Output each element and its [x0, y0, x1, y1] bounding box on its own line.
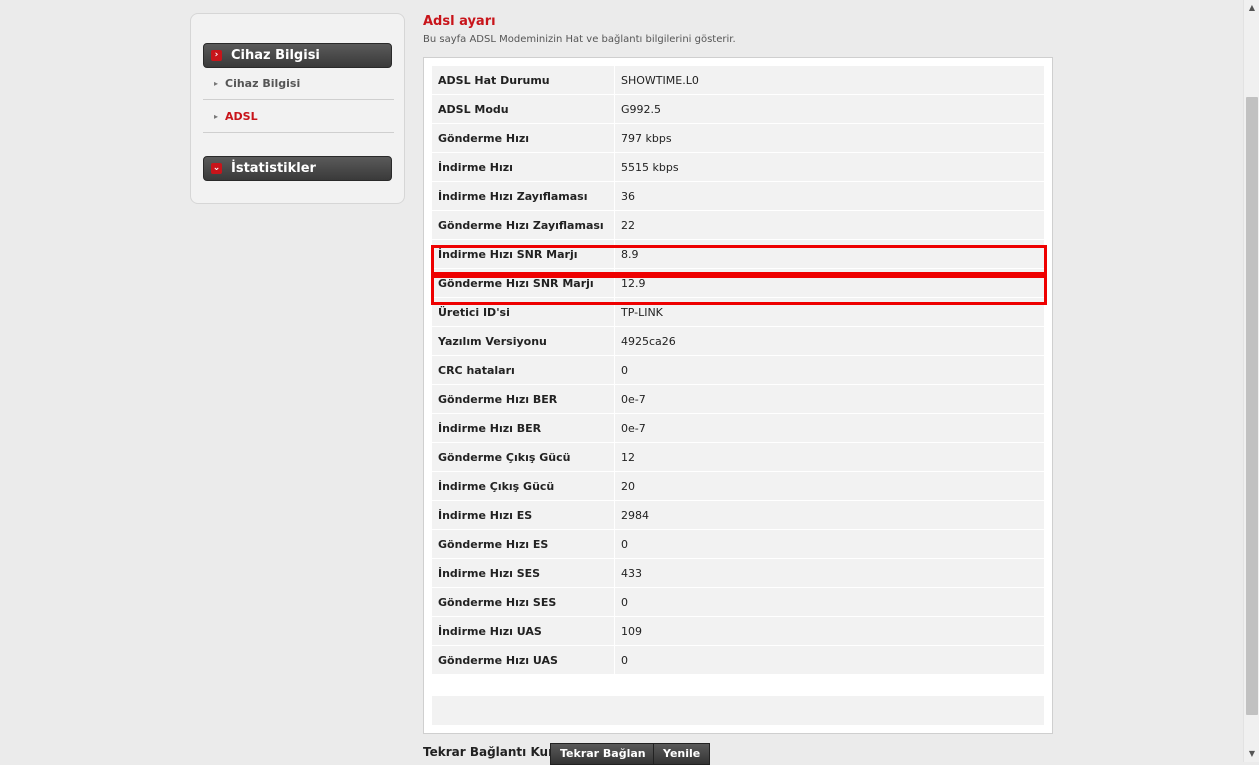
sidebar-item-label: Cihaz Bilgisi: [225, 77, 301, 90]
scroll-down-arrow-icon[interactable]: ▼: [1244, 746, 1259, 762]
table-row: Gönderme Hızı UAS 0: [432, 646, 1044, 675]
row-label: Gönderme Hızı: [432, 124, 615, 153]
section-title: Cihaz Bilgisi: [231, 48, 320, 63]
row-value: SHOWTIME.L0: [615, 66, 1044, 95]
table-row: ADSL Hat Durumu SHOWTIME.L0: [432, 66, 1044, 95]
row-value: 12.9: [615, 269, 1044, 298]
table-row: İndirme Hızı UAS 109: [432, 617, 1044, 646]
table-spacer: [432, 696, 1044, 725]
row-value: 109: [615, 617, 1044, 646]
row-label: CRC hataları: [432, 356, 615, 385]
row-value: 22: [615, 211, 1044, 240]
row-label: İndirme Hızı BER: [432, 414, 615, 443]
table-row: İndirme Hızı SNR Marjı 8.9: [432, 240, 1044, 269]
section-cihaz-bilgisi-header[interactable]: › Cihaz Bilgisi: [203, 43, 392, 68]
table-row: Gönderme Hızı BER 0e-7: [432, 385, 1044, 414]
row-value: 433: [615, 559, 1044, 588]
table-row: Üretici ID'si TP-LINK: [432, 298, 1044, 327]
vertical-scrollbar[interactable]: ▲ ▼: [1243, 0, 1259, 762]
chevron-right-icon: ›: [211, 50, 222, 61]
sidebar: › Cihaz Bilgisi ▸ Cihaz Bilgisi ▸ ADSL ⌄…: [190, 13, 405, 204]
table-row: CRC hataları 0: [432, 356, 1044, 385]
table-row: İndirme Hızı 5515 kbps: [432, 153, 1044, 182]
table-row: İndirme Hızı BER 0e-7: [432, 414, 1044, 443]
row-value: 0e-7: [615, 414, 1044, 443]
bullet-arrow-icon: ▸: [214, 79, 219, 88]
chevron-down-icon: ⌄: [211, 163, 222, 174]
row-value: 12: [615, 443, 1044, 472]
table-row: Gönderme Hızı 797 kbps: [432, 124, 1044, 153]
row-value: 36: [615, 182, 1044, 211]
row-label: Gönderme Hızı Zayıflaması: [432, 211, 615, 240]
row-label: ADSL Hat Durumu: [432, 66, 615, 95]
row-value: 0: [615, 356, 1044, 385]
row-label: Üretici ID'si: [432, 298, 615, 327]
table-row: Gönderme Hızı ES 0: [432, 530, 1044, 559]
table-row: Gönderme Çıkış Gücü 12: [432, 443, 1044, 472]
row-label: İndirme Hızı Zayıflaması: [432, 182, 615, 211]
table-row: Gönderme Hızı Zayıflaması 22: [432, 211, 1044, 240]
row-value: 0: [615, 646, 1044, 675]
row-label: İndirme Hızı UAS: [432, 617, 615, 646]
row-label: İndirme Hızı SES: [432, 559, 615, 588]
table-row: Gönderme Hızı SES 0: [432, 588, 1044, 617]
row-label: İndirme Hızı: [432, 153, 615, 182]
row-value: 0: [615, 530, 1044, 559]
row-label: Gönderme Hızı SES: [432, 588, 615, 617]
adsl-info-table: ADSL Hat Durumu SHOWTIME.L0 ADSL Modu G992.…: [432, 66, 1044, 675]
row-label: Gönderme Çıkış Gücü: [432, 443, 615, 472]
scroll-up-arrow-icon[interactable]: ▲: [1244, 0, 1259, 16]
table-row: İndirme Hızı SES 433: [432, 559, 1044, 588]
row-value: 2984: [615, 501, 1044, 530]
row-label: ADSL Modu: [432, 95, 615, 124]
table-row: Gönderme Hızı SNR Marjı 12.9: [432, 269, 1044, 298]
table-row: ADSL Modu G992.5: [432, 95, 1044, 124]
adsl-info-panel: ADSL Hat Durumu SHOWTIME.L0 ADSL Modu G992.…: [423, 57, 1053, 734]
row-value: 0: [615, 588, 1044, 617]
row-label: Gönderme Hızı ES: [432, 530, 615, 559]
row-label: İndirme Hızı SNR Marjı: [432, 240, 615, 269]
section-title: İstatistikler: [231, 161, 316, 176]
row-value: TP-LINK: [615, 298, 1044, 327]
row-label: İndirme Hızı ES: [432, 501, 615, 530]
table-row: Yazılım Versiyonu 4925ca26: [432, 327, 1044, 356]
reconnect-label: Tekrar Bağlantı Kur:: [423, 745, 559, 759]
section-istatistikler-header[interactable]: ⌄ İstatistikler: [203, 156, 392, 181]
sidebar-item-adsl[interactable]: ▸ ADSL: [203, 101, 394, 133]
row-label: Gönderme Hızı UAS: [432, 646, 615, 675]
row-label: İndirme Çıkış Gücü: [432, 472, 615, 501]
page-title: Adsl ayarı: [423, 14, 496, 29]
bullet-arrow-icon: ▸: [214, 112, 219, 121]
row-value: 0e-7: [615, 385, 1044, 414]
row-value: 8.9: [615, 240, 1044, 269]
sidebar-item-cihaz-bilgisi[interactable]: ▸ Cihaz Bilgisi: [203, 68, 394, 100]
row-value: 797 kbps: [615, 124, 1044, 153]
scrollbar-thumb[interactable]: [1246, 97, 1258, 715]
table-row: İndirme Çıkış Gücü 20: [432, 472, 1044, 501]
row-value: 4925ca26: [615, 327, 1044, 356]
row-value: G992.5: [615, 95, 1044, 124]
table-row: İndirme Hızı Zayıflaması 36: [432, 182, 1044, 211]
row-value: 20: [615, 472, 1044, 501]
row-label: Yazılım Versiyonu: [432, 327, 615, 356]
row-label: Gönderme Hızı BER: [432, 385, 615, 414]
sidebar-item-label: ADSL: [225, 110, 258, 123]
row-label: Gönderme Hızı SNR Marjı: [432, 269, 615, 298]
row-value: 5515 kbps: [615, 153, 1044, 182]
page-subtitle: Bu sayfa ADSL Modeminizin Hat ve bağlant…: [423, 34, 736, 45]
table-row: İndirme Hızı ES 2984: [432, 501, 1044, 530]
